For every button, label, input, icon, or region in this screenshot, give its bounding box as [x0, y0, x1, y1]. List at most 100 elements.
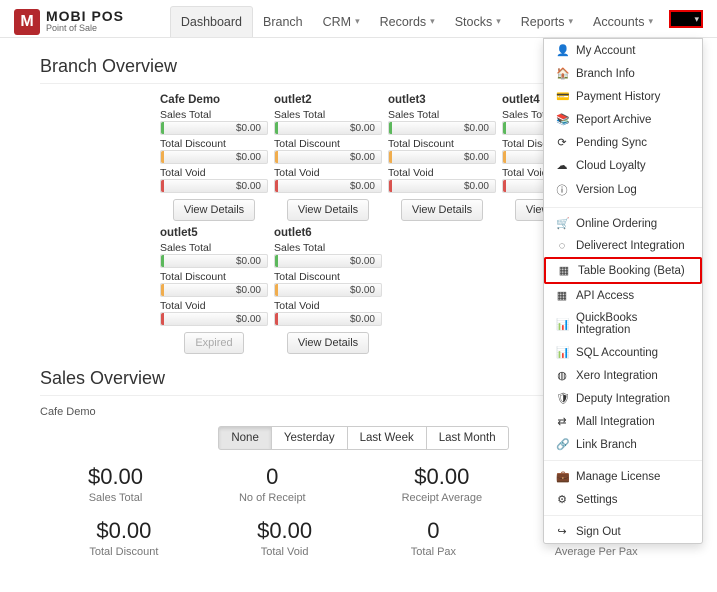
total-discount-bar: $0.00	[388, 150, 496, 164]
menu-branch-info[interactable]: 🏠Branch Info	[544, 62, 702, 85]
metric-label: Total Void	[388, 167, 496, 179]
period-yesterday[interactable]: Yesterday	[271, 426, 348, 450]
chevron-down-icon: ▾	[648, 16, 653, 27]
sales-total-bar: $0.00	[160, 254, 268, 268]
metric-label: Total Discount	[160, 138, 268, 150]
view-details-button[interactable]: View Details	[173, 199, 255, 221]
menu-pending-sync[interactable]: ⟳Pending Sync	[544, 131, 702, 154]
menu-manage-license[interactable]: 💼Manage License	[544, 465, 702, 488]
cloud-icon: ☁	[556, 159, 568, 172]
menu-link-branch[interactable]: 🔗Link Branch	[544, 433, 702, 456]
briefcase-icon: 💼	[556, 470, 568, 483]
menu-report-archive[interactable]: 📚Report Archive	[544, 108, 702, 131]
nav-branch[interactable]: Branch	[253, 6, 313, 37]
menu-sign-out[interactable]: ↪Sign Out	[544, 520, 702, 543]
metric-label: Total Discount	[274, 138, 382, 150]
branch-name: outlet2	[274, 94, 382, 106]
nav-crm[interactable]: CRM▾	[313, 6, 370, 37]
circle-icon: ◍	[556, 369, 568, 382]
period-last-month[interactable]: Last Month	[426, 426, 509, 450]
total-discount-bar: $0.00	[160, 283, 268, 297]
user-dropdown: 👤My Account 🏠Branch Info 💳Payment Histor…	[543, 38, 703, 544]
metric-label: Sales Total	[160, 109, 268, 121]
signout-icon: ↪	[556, 525, 568, 538]
brand-logo[interactable]: M MOBI POS Point of Sale	[14, 9, 124, 35]
menu-online-ordering[interactable]: 🛒Online Ordering	[544, 212, 702, 235]
menu-xero[interactable]: ◍Xero Integration	[544, 364, 702, 387]
info-icon: ⓘ	[556, 182, 568, 198]
brand-logo-text: MOBI POS Point of Sale	[46, 9, 124, 33]
metric-label: Total Void	[160, 300, 268, 312]
total-discount-bar: $0.00	[160, 150, 268, 164]
nav-records[interactable]: Records▾	[370, 6, 445, 37]
total-discount-bar: $0.00	[274, 283, 382, 297]
menu-api-access[interactable]: ▦API Access	[544, 284, 702, 307]
card-icon: 💳	[556, 90, 568, 103]
menu-table-booking[interactable]: ▦Table Booking (Beta)	[544, 257, 702, 284]
menu-my-account[interactable]: 👤My Account	[544, 39, 702, 62]
nav-accounts[interactable]: Accounts▾	[583, 6, 663, 37]
menu-mall[interactable]: ⇄Mall Integration	[544, 410, 702, 433]
branch-name: Cafe Demo	[160, 94, 268, 106]
stat-total-pax: 0Total Pax	[411, 518, 456, 558]
metric-label: Sales Total	[388, 109, 496, 121]
menu-settings[interactable]: ⚙Settings	[544, 488, 702, 511]
metric-label: Sales Total	[160, 242, 268, 254]
view-details-button[interactable]: View Details	[287, 332, 369, 354]
nav-stocks[interactable]: Stocks▾	[445, 6, 511, 37]
circle-icon: ◌	[556, 240, 568, 252]
menu-quickbooks[interactable]: 📊QuickBooks Integration	[544, 307, 702, 341]
cart-icon: 🛒	[556, 217, 568, 230]
stat-sales-total: $0.00Sales Total	[88, 464, 143, 504]
nav-reports[interactable]: Reports▾	[511, 6, 583, 37]
branch-card: outlet5Sales Total$0.00Total Discount$0.…	[160, 227, 268, 354]
chevron-down-icon: ▾	[569, 16, 574, 27]
menu-cloud-loyalty[interactable]: ☁Cloud Loyalty	[544, 154, 702, 177]
branch-card: Cafe DemoSales Total$0.00Total Discount$…	[160, 94, 268, 221]
metric-label: Total Void	[274, 300, 382, 312]
total-void-bar: $0.00	[274, 179, 382, 193]
home-icon: 🏠	[556, 67, 568, 80]
metric-label: Total Void	[160, 167, 268, 179]
gear-icon: ⚙	[556, 493, 568, 506]
expired-button: Expired	[184, 332, 243, 354]
user-menu-toggle[interactable]: ▾	[669, 10, 703, 28]
badge-icon: 🛡	[556, 392, 568, 405]
calendar-icon: ▦	[558, 264, 570, 277]
metric-label: Total Discount	[160, 271, 268, 283]
total-void-bar: $0.00	[160, 312, 268, 326]
view-details-button[interactable]: View Details	[401, 199, 483, 221]
user-icon: 👤	[556, 44, 568, 57]
menu-payment-history[interactable]: 💳Payment History	[544, 85, 702, 108]
archive-icon: 📚	[556, 113, 568, 126]
sales-total-bar: $0.00	[160, 121, 268, 135]
view-details-button[interactable]: View Details	[287, 199, 369, 221]
grid-icon: ▦	[556, 289, 568, 302]
period-none[interactable]: None	[218, 426, 272, 450]
chart-icon: 📊	[556, 346, 568, 359]
menu-deliverect[interactable]: ◌Deliverect Integration	[544, 235, 702, 257]
total-void-bar: $0.00	[274, 312, 382, 326]
nav-dashboard[interactable]: Dashboard	[170, 6, 253, 37]
stat-no-of-receipt: 0No of Receipt	[239, 464, 306, 504]
metric-label: Total Discount	[274, 271, 382, 283]
sales-total-bar: $0.00	[274, 254, 382, 268]
brand-logo-mark: M	[14, 9, 40, 35]
stat-total-void: $0.00Total Void	[257, 518, 312, 558]
stat-receipt-average: $0.00Receipt Average	[402, 464, 483, 504]
metric-label: Sales Total	[274, 109, 382, 121]
period-last-week[interactable]: Last Week	[347, 426, 427, 450]
menu-sql-accounting[interactable]: 📊SQL Accounting	[544, 341, 702, 364]
transfer-icon: ⇄	[556, 415, 568, 428]
sales-total-bar: $0.00	[388, 121, 496, 135]
menu-deputy[interactable]: 🛡Deputy Integration	[544, 387, 702, 410]
refresh-icon: ⟳	[556, 136, 568, 149]
total-void-bar: $0.00	[160, 179, 268, 193]
metric-label: Sales Total	[274, 242, 382, 254]
branch-card: outlet6Sales Total$0.00Total Discount$0.…	[274, 227, 382, 354]
menu-version-log[interactable]: ⓘVersion Log	[544, 177, 702, 203]
total-void-bar: $0.00	[388, 179, 496, 193]
branch-card: outlet2Sales Total$0.00Total Discount$0.…	[274, 94, 382, 221]
stat-total-discount: $0.00Total Discount	[89, 518, 158, 558]
branch-name: outlet3	[388, 94, 496, 106]
